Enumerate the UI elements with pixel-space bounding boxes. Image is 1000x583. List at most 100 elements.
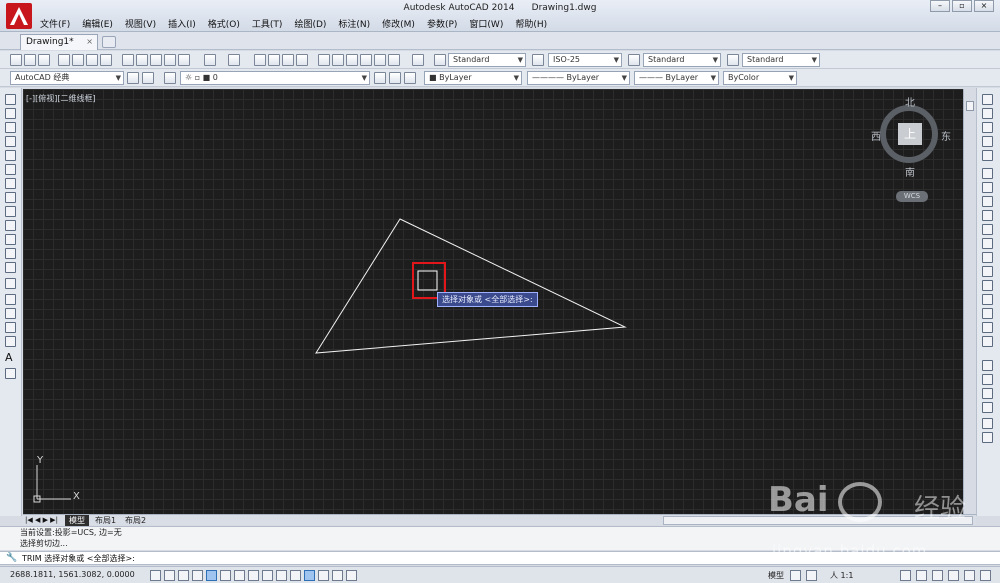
menu-insert[interactable]: 插入(I): [162, 18, 202, 32]
publish-icon[interactable]: [86, 54, 98, 66]
menu-format[interactable]: 格式(O): [202, 18, 246, 32]
lineweight-toggle[interactable]: [290, 570, 301, 581]
revision-cloud-icon[interactable]: [5, 192, 16, 203]
polar-tracking-toggle[interactable]: [206, 570, 217, 581]
rotate-icon[interactable]: [982, 182, 993, 193]
open-icon[interactable]: [24, 54, 36, 66]
close-tab-icon[interactable]: ×: [86, 35, 93, 49]
grid-display-toggle[interactable]: [178, 570, 189, 581]
color-select[interactable]: ■ ByLayer ▼: [424, 71, 522, 85]
save-icon[interactable]: [38, 54, 50, 66]
join-icon[interactable]: [982, 280, 993, 291]
pan-icon[interactable]: [254, 54, 266, 66]
model-space-button[interactable]: 模型: [768, 570, 784, 581]
circle-icon[interactable]: [5, 178, 16, 189]
linetype-select[interactable]: ———— ByLayer ▼: [527, 71, 630, 85]
menu-window[interactable]: 窗口(W): [463, 18, 509, 32]
multiline-text-icon[interactable]: A: [5, 352, 16, 363]
menu-file[interactable]: 文件(F): [34, 18, 76, 32]
paste-icon[interactable]: [150, 54, 162, 66]
zoom-previous-icon[interactable]: [296, 54, 308, 66]
tab-layout1[interactable]: 布局1: [91, 515, 120, 526]
restore-button[interactable]: ▫: [952, 0, 972, 12]
draw-order-above-icon[interactable]: [982, 388, 993, 399]
menu-help[interactable]: 帮助(H): [509, 18, 553, 32]
trim-icon[interactable]: [982, 224, 993, 235]
transparency-toggle[interactable]: [304, 570, 315, 581]
horizontal-scrollbar[interactable]: [663, 516, 973, 525]
menu-tools[interactable]: 工具(T): [246, 18, 289, 32]
plot-preview-icon[interactable]: [72, 54, 84, 66]
gradient-icon[interactable]: [5, 308, 16, 319]
viewcube[interactable]: 上 北 南 东 西 WCS: [871, 95, 957, 205]
minimize-button[interactable]: –: [930, 0, 950, 12]
add-selected-icon[interactable]: [5, 368, 16, 379]
polyline-icon[interactable]: [5, 122, 16, 133]
new-icon[interactable]: [10, 54, 22, 66]
tab-model[interactable]: 模型: [65, 515, 89, 526]
undo-icon[interactable]: [204, 54, 216, 66]
region-icon[interactable]: [5, 322, 16, 333]
command-line-input[interactable]: 🔧 TRIM 选择对象或 <全部选择>:: [0, 551, 1000, 565]
properties-icon[interactable]: [318, 54, 330, 66]
compass-west[interactable]: 西: [871, 128, 881, 143]
workspace-settings-icon[interactable]: [127, 72, 139, 84]
blend-curves-icon[interactable]: [982, 322, 993, 333]
mleader-style-select[interactable]: Standard ▼: [742, 53, 820, 67]
zoom-realtime-icon[interactable]: [268, 54, 280, 66]
tab-drawing1[interactable]: Drawing1* ×: [20, 34, 98, 50]
design-center-icon[interactable]: [332, 54, 344, 66]
isolate-objects-icon[interactable]: [948, 570, 959, 581]
spline-icon[interactable]: [5, 206, 16, 217]
clean-screen-icon[interactable]: [980, 570, 991, 581]
polygon-icon[interactable]: [5, 136, 16, 147]
copy-object-icon[interactable]: [982, 108, 993, 119]
3d-osnap-toggle[interactable]: [234, 570, 245, 581]
menu-edit[interactable]: 编辑(E): [76, 18, 119, 32]
quick-properties-toggle[interactable]: [318, 570, 329, 581]
text-style-select[interactable]: Standard ▼: [448, 53, 526, 67]
quickcalc-icon[interactable]: [388, 54, 400, 66]
menu-draw[interactable]: 绘图(D): [288, 18, 332, 32]
break-icon[interactable]: [982, 266, 993, 277]
menu-dimension[interactable]: 标注(N): [332, 18, 376, 32]
dynamic-input-toggle[interactable]: [276, 570, 287, 581]
compass-east[interactable]: 东: [941, 128, 951, 143]
dim-style-select[interactable]: ISO-25 ▼: [548, 53, 622, 67]
plot-icon[interactable]: [58, 54, 70, 66]
quick-view-drawings-icon[interactable]: [806, 570, 817, 581]
3d-print-icon[interactable]: [100, 54, 112, 66]
copy-icon[interactable]: [136, 54, 148, 66]
layer-previous-icon[interactable]: [389, 72, 401, 84]
dim-style-icon[interactable]: [532, 54, 544, 66]
hardware-acceleration-icon[interactable]: [932, 570, 943, 581]
table-style-select[interactable]: Standard ▼: [643, 53, 721, 67]
scrollbar-thumb[interactable]: [966, 101, 974, 111]
layer-states-icon[interactable]: [404, 72, 416, 84]
close-button[interactable]: ×: [974, 0, 994, 12]
block-editor-icon[interactable]: [178, 54, 190, 66]
menu-modify[interactable]: 修改(M): [376, 18, 421, 32]
text-style-icon[interactable]: [434, 54, 446, 66]
tab-nav-arrows-icon[interactable]: |◀ ◀ ▶ ▶|: [25, 515, 58, 526]
mleader-style-icon[interactable]: [727, 54, 739, 66]
zoom-window-icon[interactable]: [282, 54, 294, 66]
vertical-scrollbar[interactable]: [963, 89, 975, 514]
mirror-icon[interactable]: [982, 122, 993, 133]
menu-parametric[interactable]: 参数(P): [421, 18, 463, 32]
chamfer-icon[interactable]: [982, 294, 993, 305]
ortho-mode-toggle[interactable]: [192, 570, 203, 581]
sheet-set-icon[interactable]: [360, 54, 372, 66]
viewcube-top-face[interactable]: 上: [898, 123, 922, 145]
array-icon[interactable]: [982, 150, 993, 161]
draw-order-front-icon[interactable]: [982, 360, 993, 371]
help-icon[interactable]: [412, 54, 424, 66]
match-properties-icon[interactable]: [164, 54, 176, 66]
ellipse-icon[interactable]: [5, 220, 16, 231]
annotation-monitor-toggle[interactable]: [346, 570, 357, 581]
compass-south[interactable]: 南: [905, 164, 915, 179]
workspace-switching-icon[interactable]: [900, 570, 911, 581]
lineweight-select[interactable]: ——— ByLayer ▼: [634, 71, 719, 85]
extend-icon[interactable]: [982, 238, 993, 249]
rectangle-icon[interactable]: [5, 150, 16, 161]
